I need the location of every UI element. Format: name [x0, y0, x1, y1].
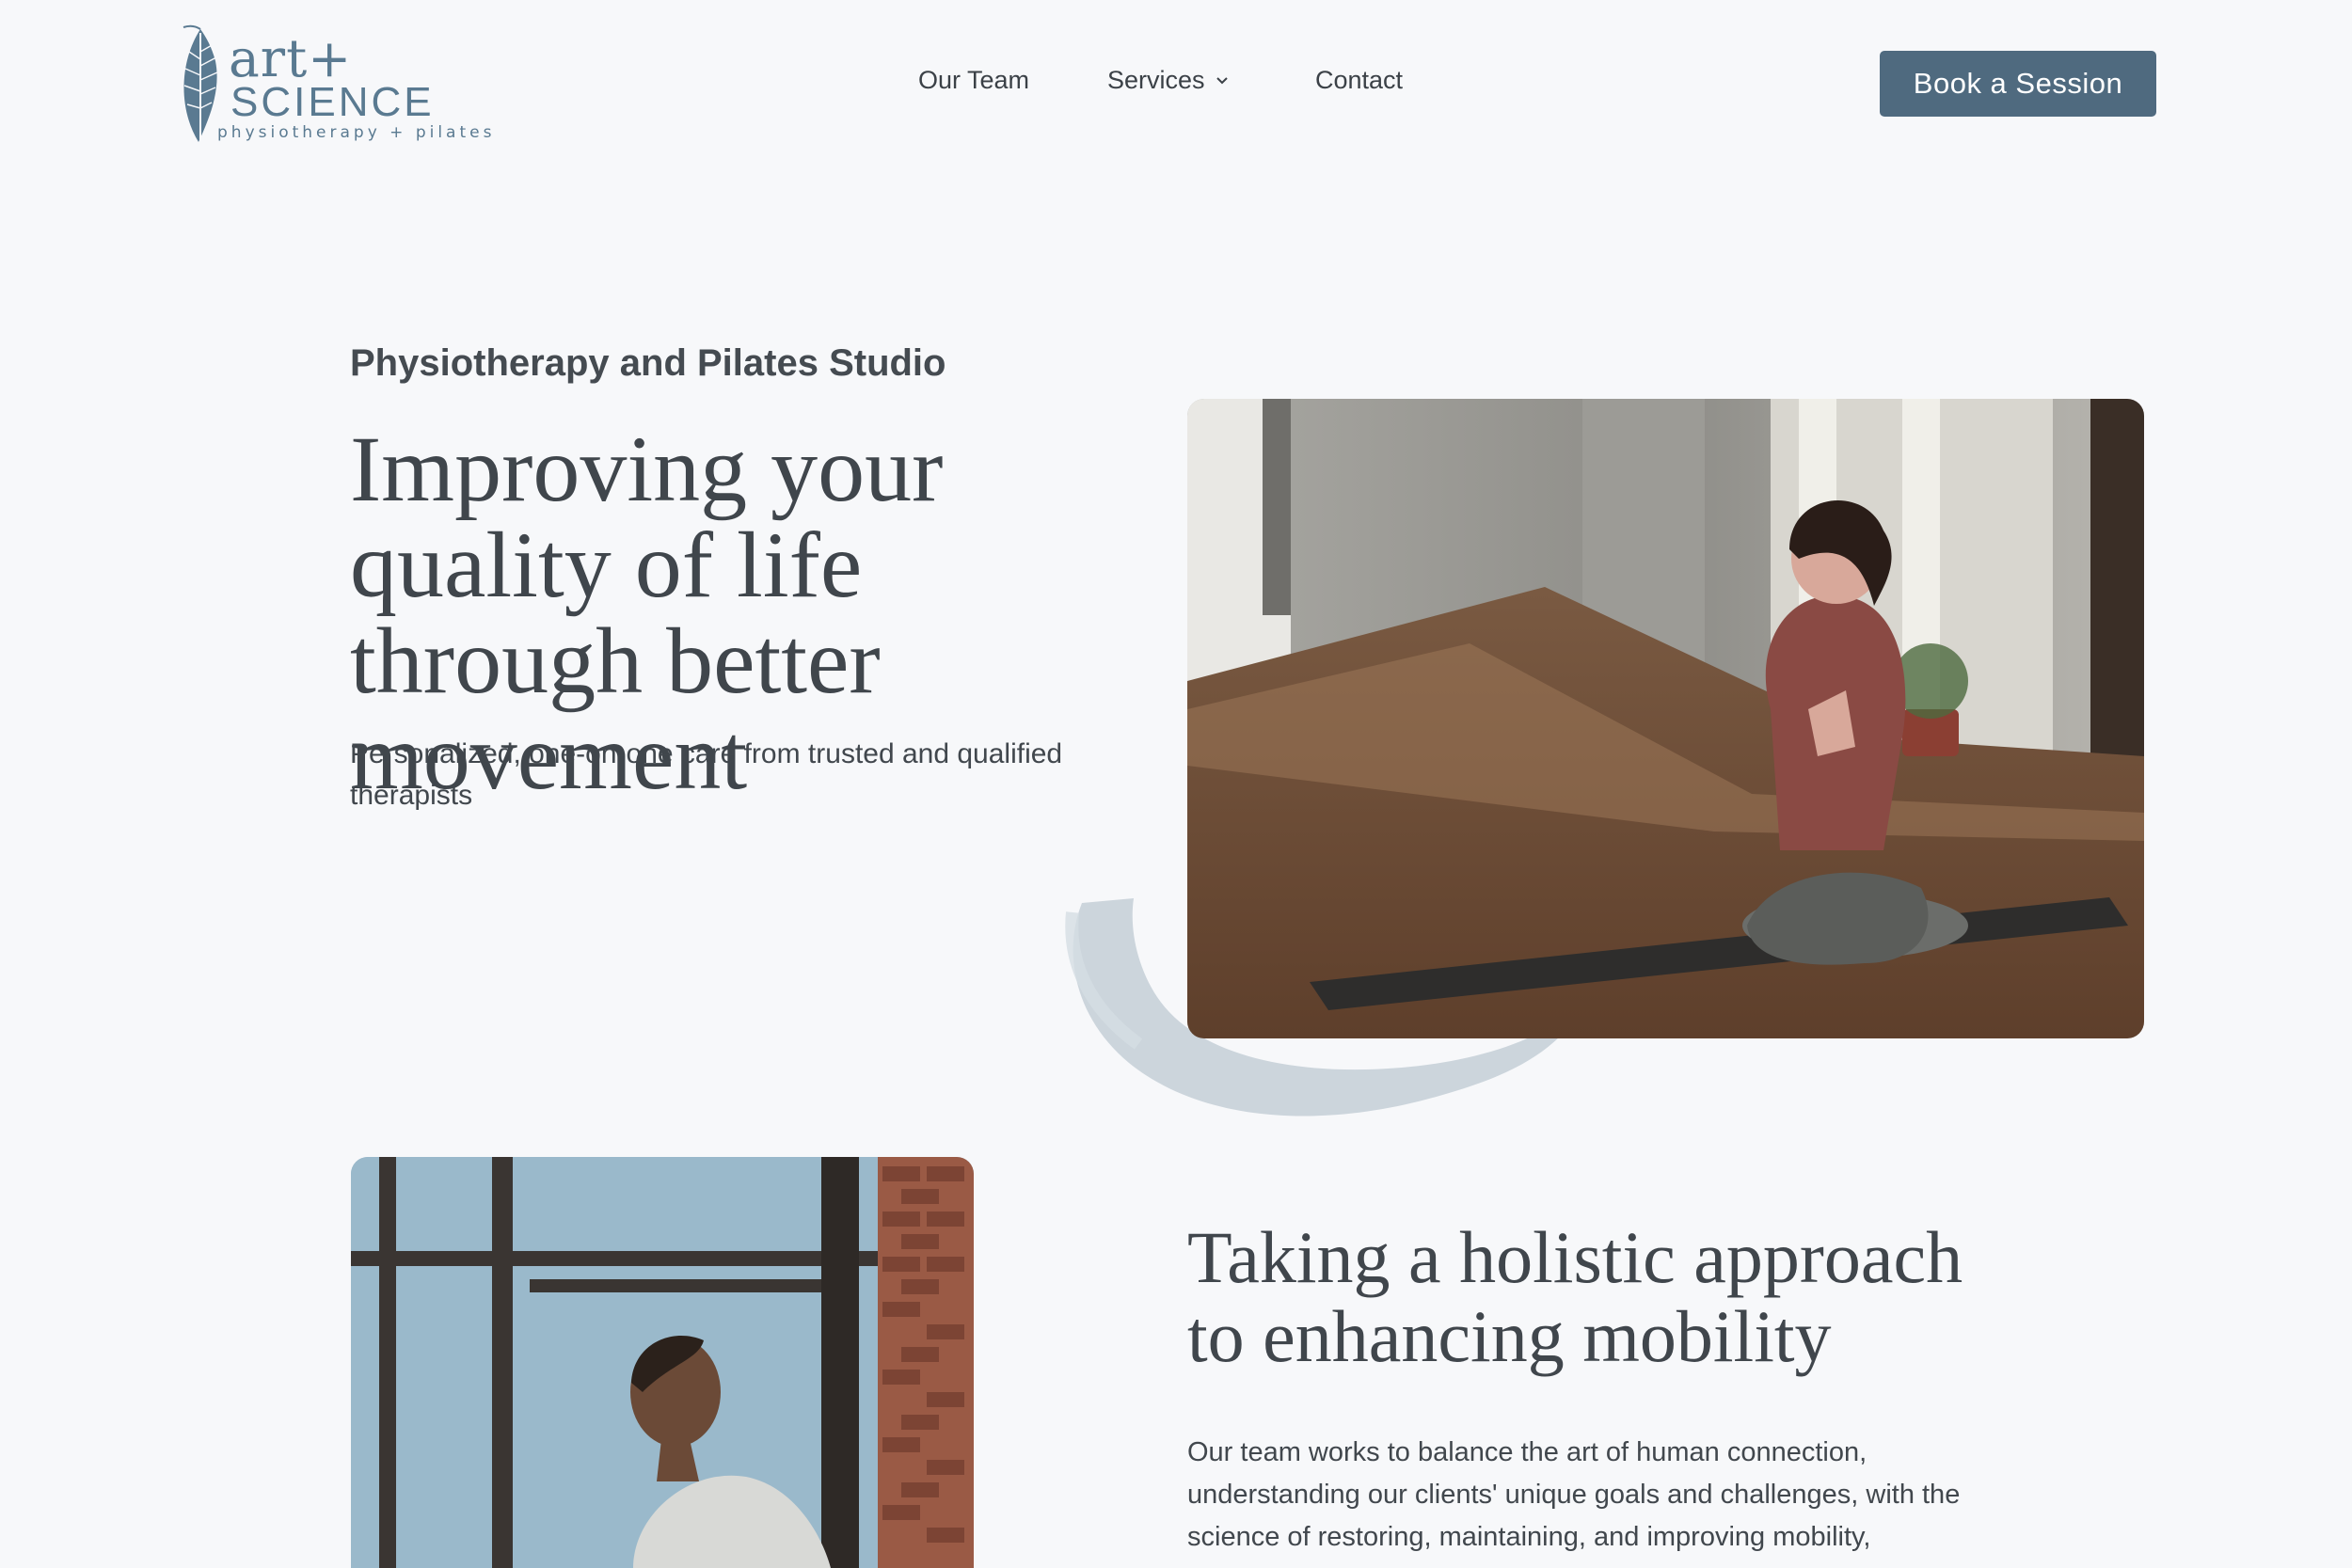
stretching-photo [351, 1157, 974, 1568]
hero-subtitle: Personalized, one-on-one care from trust… [350, 738, 1063, 811]
section-title: Taking a holistic approach to enhancing … [1187, 1216, 1963, 1377]
nav-services[interactable]: Services [1107, 68, 1230, 93]
nav-our-team[interactable]: Our Team [918, 68, 1029, 93]
logo-science-text: SCIENCE [230, 79, 435, 125]
meditation-photo [1187, 399, 2144, 1038]
logo-tagline: physiotherapy + pilates [217, 123, 496, 142]
nav-contact[interactable]: Contact [1315, 68, 1403, 93]
site-logo[interactable]: art+ SCIENCE physiotherapy + pilates [172, 24, 491, 150]
section-body: Our team works to balance the art of hum… [1187, 1437, 1961, 1552]
book-session-button[interactable]: Book a Session [1880, 51, 2156, 117]
hero-eyebrow: Physiotherapy and Pilates Studio [350, 342, 946, 384]
hero-image-meditation [1187, 399, 2144, 1038]
chevron-down-icon [1216, 76, 1228, 84]
logo-art-text: art+ [229, 28, 353, 88]
nav-services-label: Services [1107, 66, 1205, 94]
stretching-image [351, 1157, 974, 1568]
